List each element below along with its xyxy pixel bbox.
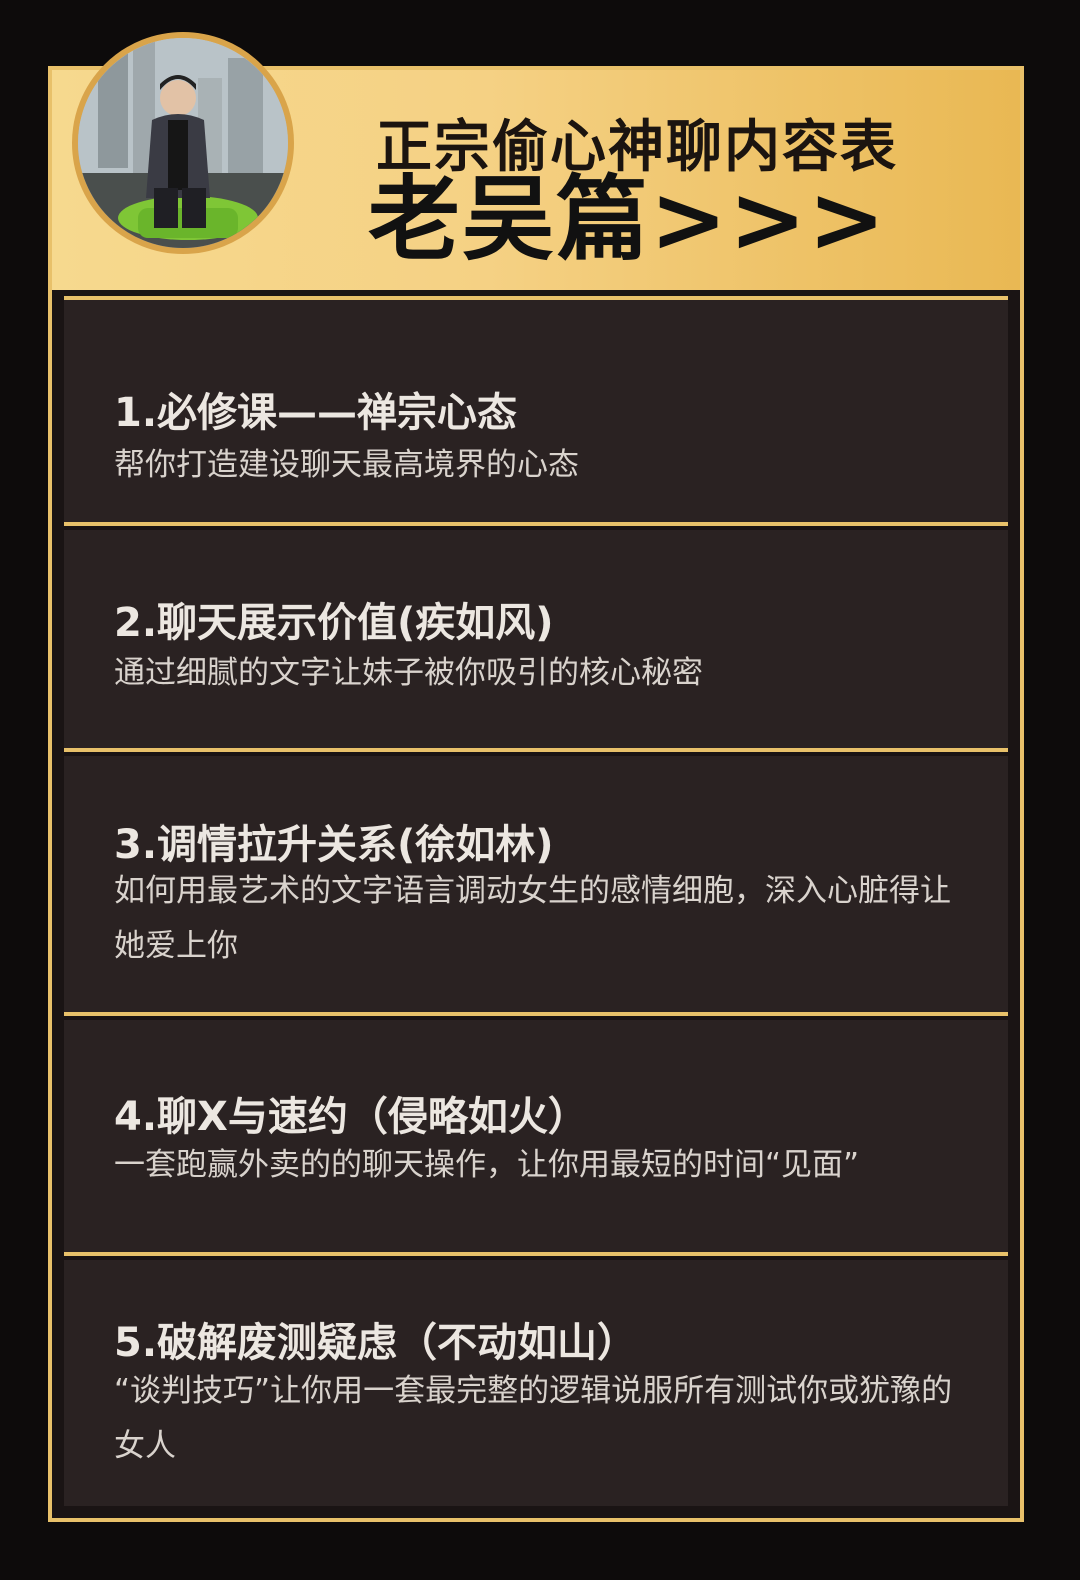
item-heading: 3.调情拉升关系(徐如林) xyxy=(114,822,554,868)
title-line2: 老吴篇>>> xyxy=(368,166,888,273)
item-heading: 1.必修课——禅宗心态 xyxy=(114,390,518,436)
content-panel: 正宗偷心神聊内容表 老吴篇>>> 1.必修课——禅宗心态 帮你打造建设聊天最高境… xyxy=(48,66,1024,1522)
person-photo-icon xyxy=(78,38,288,248)
list-item: 4.聊X与速约（侵略如火） 一套跑赢外卖的的聊天操作，让你用最短的时间“见面” xyxy=(64,1020,1008,1256)
item-description: 帮你打造建设聊天最高境界的心态 xyxy=(114,447,579,483)
item-description: “谈判技巧”让你用一套最完整的逻辑说服所有测试你或犹豫的女人 xyxy=(114,1373,953,1464)
list-item: 2.聊天展示价值(疾如风) 通过细腻的文字让妹子被你吸引的核心秘密 xyxy=(64,530,1008,752)
avatar xyxy=(72,32,294,254)
item-description: 通过细腻的文字让妹子被你吸引的核心秘密 xyxy=(114,655,703,691)
item-heading: 5.破解废测疑虑（不动如山） xyxy=(114,1320,638,1366)
item-description: 一套跑赢外卖的的聊天操作，让你用最短的时间“见面” xyxy=(114,1147,860,1183)
list-item: 1.必修课——禅宗心态 帮你打造建设聊天最高境界的心态 xyxy=(64,296,1008,526)
list-item: 3.调情拉升关系(徐如林) 如何用最艺术的文字语言调动女生的感情细胞，深入心脏得… xyxy=(64,756,1008,1016)
item-description: 如何用最艺术的文字语言调动女生的感情细胞，深入心脏得让她爱上你 xyxy=(114,873,951,964)
item-heading: 4.聊X与速约（侵略如火） xyxy=(114,1094,588,1140)
list-item: 5.破解废测疑虑（不动如山） “谈判技巧”让你用一套最完整的逻辑说服所有测试你或… xyxy=(64,1260,1008,1506)
item-heading: 2.聊天展示价值(疾如风) xyxy=(114,600,554,646)
